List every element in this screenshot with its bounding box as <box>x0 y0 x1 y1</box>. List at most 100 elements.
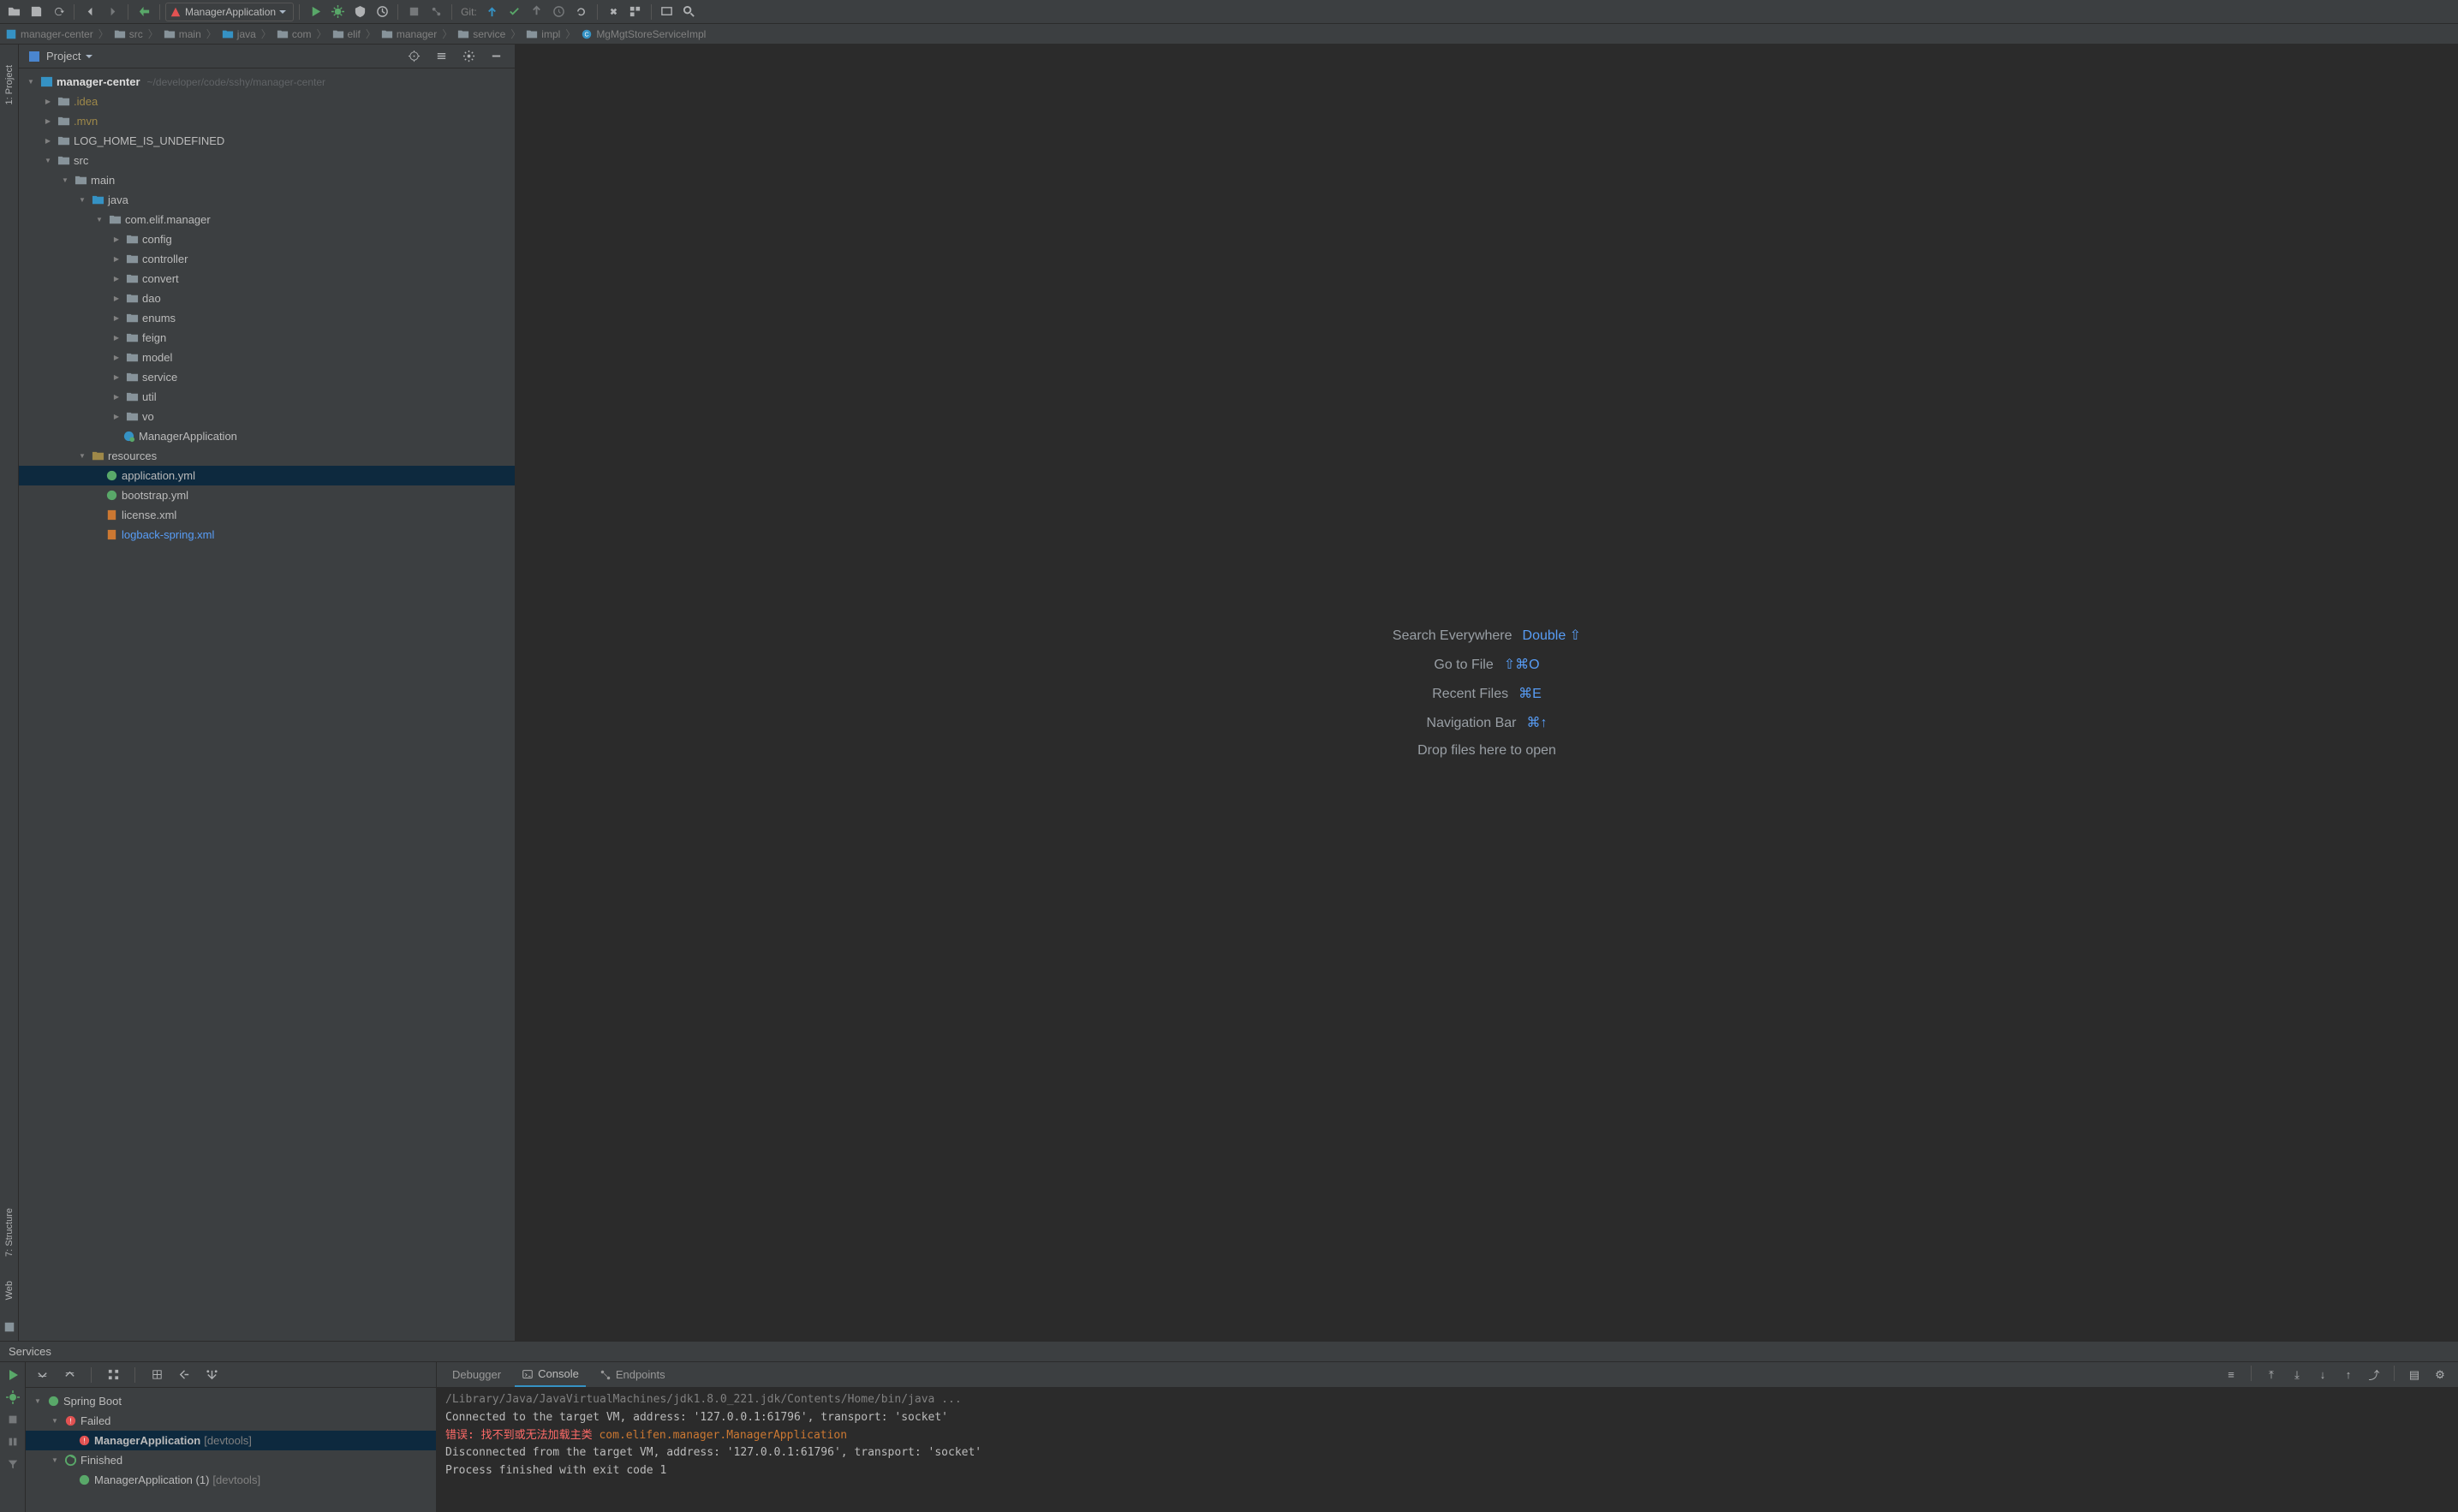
up-icon[interactable]: ⤒ <box>2262 1366 2281 1384</box>
build-icon[interactable] <box>134 2 154 22</box>
project-structure-icon[interactable] <box>625 2 646 22</box>
crumb-file[interactable]: CMgMgtStoreServiceImpl <box>581 28 706 40</box>
project-header: Project <box>19 45 515 68</box>
gutter-structure[interactable]: 7: Structure <box>3 1205 16 1260</box>
tree-row-model[interactable]: model <box>19 348 515 367</box>
serv-row-app[interactable]: !ManagerApplication [devtools] <box>26 1431 436 1450</box>
open-icon[interactable] <box>3 2 24 22</box>
tree-row-license-xml[interactable]: license.xml <box>19 505 515 525</box>
settings-console-icon[interactable]: ⚙ <box>2431 1366 2449 1384</box>
gear-icon[interactable] <box>458 46 479 67</box>
debug-icon[interactable] <box>327 2 348 22</box>
nav3-icon[interactable] <box>202 1366 221 1384</box>
locate-icon[interactable] <box>403 46 424 67</box>
sync-icon[interactable] <box>48 2 69 22</box>
run-icon[interactable] <box>305 2 325 22</box>
tree-row-root[interactable]: manager-center ~/developer/code/sshy/man… <box>19 72 515 92</box>
console-line: Process finished with exit code 1 <box>445 1462 2449 1480</box>
attach-icon[interactable] <box>426 2 446 22</box>
pause-services-icon[interactable] <box>3 1432 22 1451</box>
tree-row-enums[interactable]: enums <box>19 308 515 328</box>
coverage-icon[interactable] <box>349 2 370 22</box>
down-icon[interactable]: ⤓ <box>2288 1366 2306 1384</box>
search-icon[interactable] <box>679 2 700 22</box>
stop-icon[interactable] <box>403 2 424 22</box>
nav2-icon[interactable] <box>175 1366 194 1384</box>
tree-row-controller[interactable]: controller <box>19 249 515 269</box>
tree-row-main[interactable]: main <box>19 170 515 190</box>
serv-row-springboot[interactable]: Spring Boot <box>26 1391 436 1411</box>
tab-endpoints[interactable]: Endpoints <box>593 1362 672 1387</box>
vcs-push-icon[interactable] <box>527 2 547 22</box>
tab-console[interactable]: Console <box>515 1362 586 1387</box>
export-icon[interactable]: ⤴ <box>2365 1366 2383 1384</box>
tree-row-service[interactable]: service <box>19 367 515 387</box>
tree-row-bootstrap-yml[interactable]: bootstrap.yml <box>19 485 515 505</box>
run-config-selector[interactable]: ManagerApplication <box>165 3 294 21</box>
services-header: Services <box>0 1342 2458 1362</box>
filter-services-icon[interactable] <box>3 1455 22 1473</box>
tree-row-manager-app[interactable]: ManagerApplication <box>19 426 515 446</box>
up2-icon[interactable]: ↑ <box>2339 1366 2358 1384</box>
tree-row-pkg[interactable]: com.elif.manager <box>19 210 515 229</box>
profile-icon[interactable] <box>372 2 392 22</box>
tree-row-vo[interactable]: vo <box>19 407 515 426</box>
gutter-project[interactable]: 1: Project <box>3 62 16 108</box>
crumb-manager-center[interactable]: manager-center <box>5 28 93 40</box>
collapse-icon[interactable] <box>60 1366 79 1384</box>
tree-row-logback[interactable]: logback-spring.xml <box>19 525 515 545</box>
tab-debugger[interactable]: Debugger <box>445 1362 508 1387</box>
editor-placeholder: Search Everywhere Double ⇧ Go to File ⇧⌘… <box>516 45 2458 1341</box>
hint-nav: Navigation Bar ⌘↑ <box>1427 714 1548 731</box>
gutter-icon[interactable] <box>3 1320 16 1334</box>
settings-icon[interactable] <box>603 2 623 22</box>
serv-row-failed[interactable]: !Failed <box>26 1411 436 1431</box>
crumb-src[interactable]: src <box>114 28 143 40</box>
tree-row-dao[interactable]: dao <box>19 289 515 308</box>
vcs-commit-icon[interactable] <box>504 2 525 22</box>
forward-icon[interactable] <box>102 2 122 22</box>
run-services-icon[interactable] <box>3 1366 22 1384</box>
crumb-service[interactable]: service <box>457 28 505 40</box>
tree-row-convert[interactable]: convert <box>19 269 515 289</box>
project-panel: Project manager-center ~/developer/code/… <box>19 45 516 1341</box>
debug-services-icon[interactable] <box>3 1388 22 1407</box>
vcs-rollback-icon[interactable] <box>571 2 592 22</box>
save-icon[interactable] <box>26 2 46 22</box>
tree-row-feign[interactable]: feign <box>19 328 515 348</box>
crumb-manager[interactable]: manager <box>381 28 437 40</box>
tree-row-config[interactable]: config <box>19 229 515 249</box>
expand-icon[interactable] <box>33 1366 51 1384</box>
tree-row-java[interactable]: java <box>19 190 515 210</box>
tree-row-mvn[interactable]: .mvn <box>19 111 515 131</box>
serv-row-app2[interactable]: ManagerApplication (1) [devtools] <box>26 1470 436 1490</box>
tree-row-src[interactable]: src <box>19 151 515 170</box>
tree-row-application-yml[interactable]: application.yml <box>19 466 515 485</box>
crumb-elif[interactable]: elif <box>332 28 361 40</box>
hide-icon[interactable] <box>486 46 506 67</box>
console-line: Connected to the target VM, address: '12… <box>445 1409 2449 1427</box>
crumb-main[interactable]: main <box>164 28 201 40</box>
expand-all-icon[interactable] <box>431 46 451 67</box>
crumb-com[interactable]: com <box>277 28 312 40</box>
crumb-java[interactable]: java <box>222 28 256 40</box>
tree-row-loghome[interactable]: LOG_HOME_IS_UNDEFINED <box>19 131 515 151</box>
crumb-impl[interactable]: impl <box>526 28 560 40</box>
vcs-history-icon[interactable] <box>549 2 570 22</box>
console-output[interactable]: /Library/Java/JavaVirtualMachines/jdk1.8… <box>437 1388 2458 1512</box>
tree-row-util[interactable]: util <box>19 387 515 407</box>
grid-icon[interactable] <box>104 1366 122 1384</box>
presentation-icon[interactable] <box>657 2 677 22</box>
back-icon[interactable] <box>80 2 100 22</box>
down2-icon[interactable]: ↓ <box>2313 1366 2332 1384</box>
console-line: /Library/Java/JavaVirtualMachines/jdk1.8… <box>445 1391 2449 1409</box>
layout-icon[interactable]: ▤ <box>2405 1366 2424 1384</box>
wrap-icon[interactable]: ≡ <box>2222 1366 2240 1384</box>
tree-row-idea[interactable]: .idea <box>19 92 515 111</box>
tree-row-resources[interactable]: resources <box>19 446 515 466</box>
gutter-web[interactable]: Web <box>3 1277 16 1303</box>
stop-services-icon[interactable] <box>3 1410 22 1429</box>
nav1-icon[interactable] <box>147 1366 166 1384</box>
vcs-update-icon[interactable] <box>482 2 503 22</box>
serv-row-finished[interactable]: Finished <box>26 1450 436 1470</box>
